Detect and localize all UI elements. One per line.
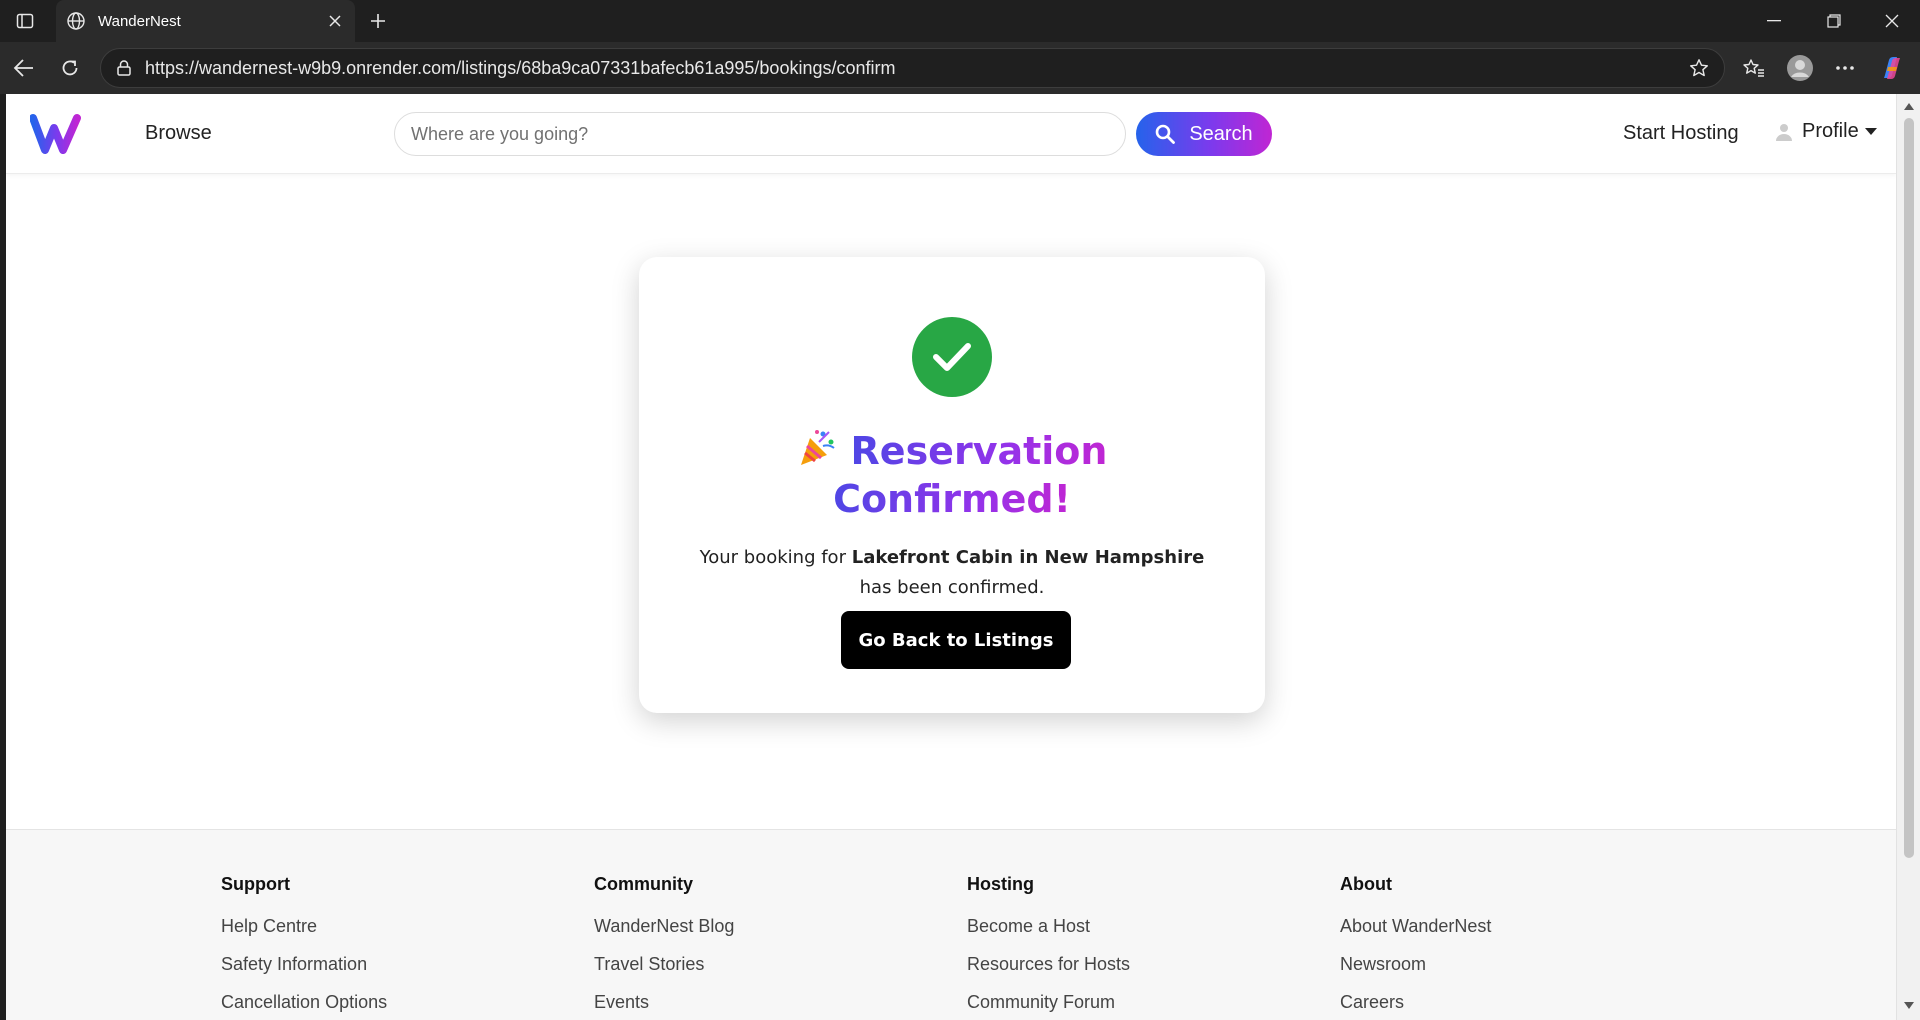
footer-link-community-forum[interactable]: Community Forum (967, 991, 1130, 1013)
browser-nav-bar: https://wandernest-w9b9.onrender.com/lis… (0, 42, 1920, 94)
footer-link-resources-for-hosts[interactable]: Resources for Hosts (967, 953, 1130, 975)
site-info-icon[interactable] (115, 57, 137, 79)
tab-actions-icon[interactable] (12, 8, 38, 34)
wandernest-logo[interactable] (29, 112, 86, 156)
favorites-icon[interactable] (1738, 52, 1770, 84)
footer-link-blog[interactable]: WanderNest Blog (594, 915, 734, 937)
footer-link-careers[interactable]: Careers (1340, 991, 1491, 1013)
browse-link[interactable]: Browse (145, 122, 212, 145)
footer-heading: Hosting (967, 874, 1034, 894)
footer-link-become-a-host[interactable]: Become a Host (967, 915, 1130, 937)
browser-tab[interactable]: WanderNest (56, 0, 355, 42)
site-header: Browse Search Start Hosting Profile (6, 94, 1896, 174)
footer-heading: Community (594, 874, 693, 894)
party-popper-icon (797, 428, 837, 468)
confirmation-title-line2: Confirmed! (833, 477, 1071, 521)
page-scrollbar[interactable] (1896, 94, 1920, 1020)
search-button[interactable]: Search (1136, 112, 1272, 156)
footer-heading: Support (221, 874, 290, 894)
footer-link-newsroom[interactable]: Newsroom (1340, 953, 1491, 975)
site-footer: Support Help Centre Safety Information C… (6, 829, 1896, 1020)
message-suffix: has been confirmed. (859, 577, 1045, 598)
start-hosting-link[interactable]: Start Hosting (1623, 122, 1739, 145)
footer-column-hosting: Hosting Become a Host Resources for Host… (967, 874, 1130, 1020)
footer-link-travel-stories[interactable]: Travel Stories (594, 953, 734, 975)
profile-dropdown[interactable]: Profile (1776, 120, 1877, 143)
favorite-star-icon[interactable] (1684, 53, 1714, 83)
footer-column-about: About About WanderNest Newsroom Careers (1340, 874, 1491, 1020)
new-tab-icon[interactable] (364, 7, 392, 35)
globe-icon (66, 10, 88, 32)
footer-column-community: Community WanderNest Blog Travel Stories… (594, 874, 734, 1020)
search-icon (1155, 123, 1177, 145)
scroll-down-arrow-icon[interactable] (1903, 1000, 1915, 1012)
page-viewport: Browse Search Start Hosting Profile (6, 94, 1896, 1020)
confirmation-title-line1: Reservation (850, 429, 1108, 473)
copilot-icon[interactable] (1876, 52, 1908, 84)
close-window-icon[interactable] (1864, 0, 1920, 42)
search-input[interactable] (394, 112, 1126, 156)
listing-name: Lakefront Cabin in New Hampshire (851, 547, 1205, 568)
success-check-icon (912, 317, 992, 397)
minimize-icon[interactable] (1746, 0, 1802, 42)
more-options-icon[interactable] (1829, 52, 1861, 84)
close-tab-icon[interactable] (321, 7, 349, 35)
footer-heading: About (1340, 874, 1392, 894)
go-back-to-listings-button[interactable]: Go Back to Listings (841, 611, 1071, 669)
footer-link-help-centre[interactable]: Help Centre (221, 915, 387, 937)
browser-tab-bar: WanderNest (0, 0, 1920, 42)
confirmation-message: Your booking for Lakefront Cabin in New … (679, 543, 1225, 603)
reload-icon[interactable] (54, 52, 86, 84)
restore-icon[interactable] (1806, 0, 1862, 42)
address-bar[interactable]: https://wandernest-w9b9.onrender.com/lis… (100, 48, 1725, 88)
url-text: https://wandernest-w9b9.onrender.com/lis… (145, 57, 896, 78)
confirmation-card: Reservation Confirmed! Your booking for … (639, 257, 1265, 713)
tab-title: WanderNest (98, 12, 181, 30)
scrollbar-thumb[interactable] (1904, 118, 1914, 858)
footer-link-about[interactable]: About WanderNest (1340, 915, 1491, 937)
search-button-label: Search (1189, 122, 1253, 145)
scroll-up-arrow-icon[interactable] (1903, 100, 1915, 112)
footer-link-cancellation-options[interactable]: Cancellation Options (221, 991, 387, 1013)
footer-column-support: Support Help Centre Safety Information C… (221, 874, 387, 1020)
user-icon (1776, 122, 1794, 142)
profile-label: Profile (1802, 120, 1859, 142)
account-avatar-icon[interactable] (1784, 52, 1816, 84)
message-prefix: Your booking for (699, 547, 846, 568)
confirmation-title: Reservation Confirmed! (639, 427, 1265, 523)
caret-down-icon (1864, 127, 1877, 136)
footer-link-events[interactable]: Events (594, 991, 734, 1013)
back-arrow-icon[interactable] (8, 52, 40, 84)
footer-link-safety-information[interactable]: Safety Information (221, 953, 387, 975)
